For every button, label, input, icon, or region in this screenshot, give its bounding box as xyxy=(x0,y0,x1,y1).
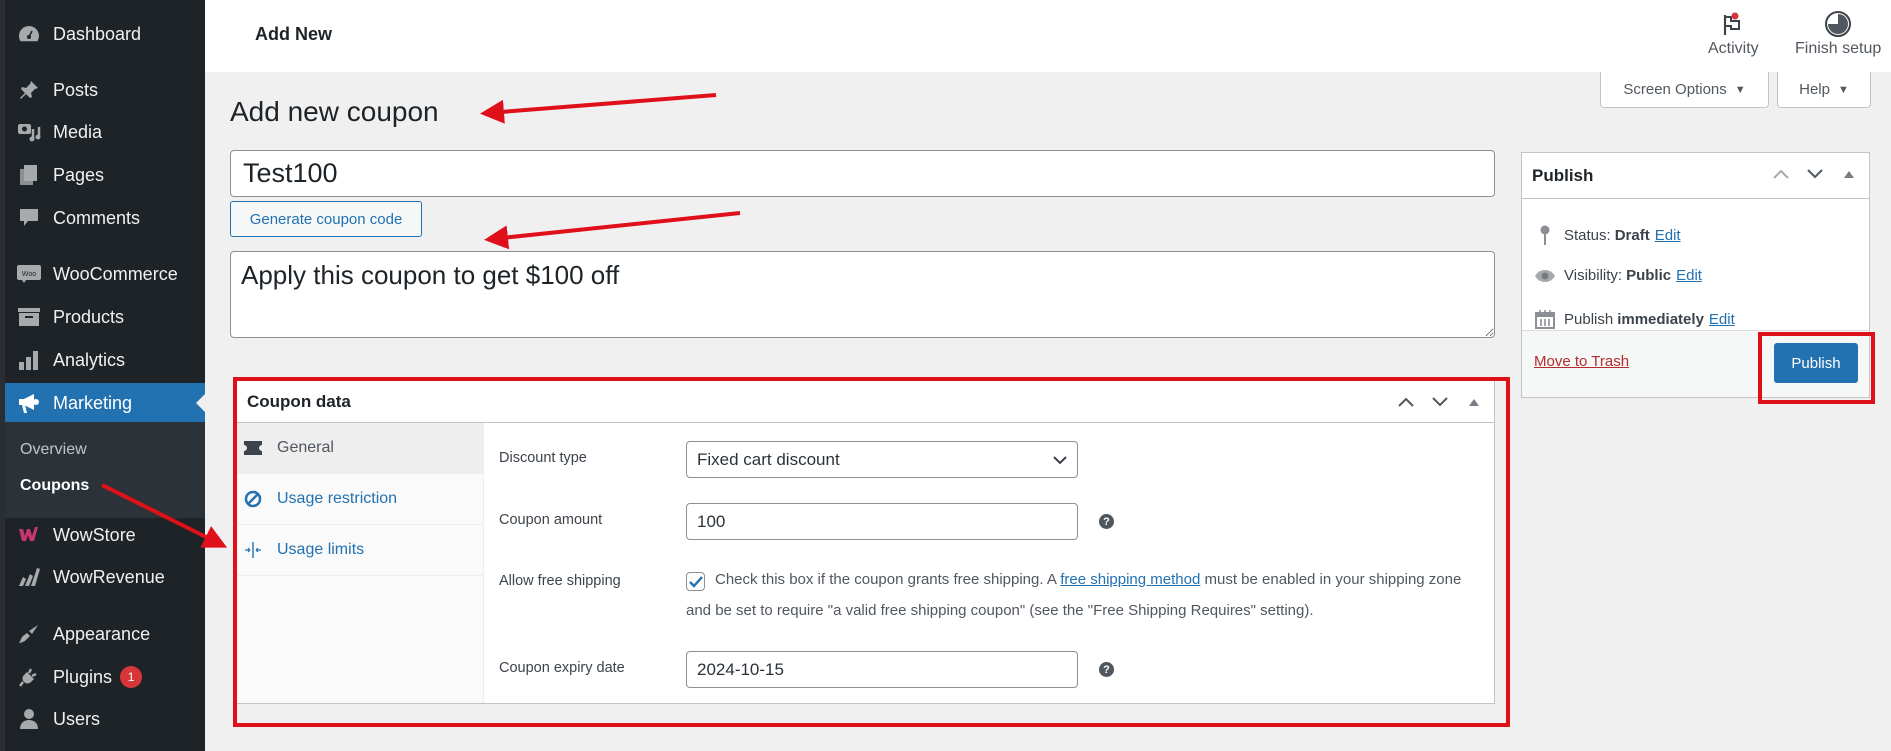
coupon-code-input[interactable] xyxy=(230,150,1495,197)
help-label: Help xyxy=(1799,81,1830,98)
edit-status-link[interactable]: Edit xyxy=(1655,227,1681,244)
help-button[interactable]: Help ▼ xyxy=(1777,72,1871,108)
sidebar-item-appearance[interactable]: Appearance xyxy=(5,614,205,654)
top-header: Add New Activity Finish setup xyxy=(205,0,1891,72)
progress-circle-icon xyxy=(1824,8,1852,40)
visibility-row: Visibility: Public Edit xyxy=(1534,267,1702,284)
sidebar-item-analytics[interactable]: Analytics xyxy=(5,340,205,380)
sidebar-item-label: Pages xyxy=(53,164,105,185)
sidebar-item-label: Dashboard xyxy=(53,23,142,44)
dashboard-icon xyxy=(15,24,43,44)
toggle-panel-icon[interactable] xyxy=(1837,162,1861,186)
wowrevenue-icon xyxy=(15,566,43,588)
move-up-icon[interactable] xyxy=(1769,162,1793,186)
sidebar-item-label: Appearance xyxy=(53,623,151,644)
sidebar-item-label: Comments xyxy=(53,207,141,228)
pages-icon xyxy=(15,164,43,186)
sidebar-item-dashboard[interactable]: Dashboard xyxy=(5,14,205,54)
sidebar-item-posts[interactable]: Posts xyxy=(5,70,205,110)
plug-icon xyxy=(15,666,43,688)
sidebar-item-label: Media xyxy=(53,121,103,142)
sidebar-item-woocommerce[interactable]: Woo WooCommerce xyxy=(5,254,205,294)
status-value: Draft xyxy=(1614,226,1650,244)
sidebar-item-media[interactable]: Media xyxy=(5,112,205,152)
move-to-trash-link[interactable]: Move to Trash xyxy=(1534,353,1629,370)
schedule-label: Publish xyxy=(1564,310,1614,328)
caret-down-icon: ▼ xyxy=(1734,83,1746,96)
status-label: Status: xyxy=(1564,226,1611,244)
media-icon xyxy=(15,121,43,143)
sidebar-item-wowrevenue[interactable]: WowRevenue xyxy=(5,557,205,597)
activity-button[interactable]: Activity xyxy=(1708,8,1759,58)
sidebar-item-products[interactable]: Products xyxy=(5,297,205,337)
flag-icon xyxy=(1721,8,1745,40)
publish-title: Publish xyxy=(1532,165,1594,185)
wowstore-icon xyxy=(15,525,43,545)
svg-text:Woo: Woo xyxy=(22,271,36,278)
plugins-update-badge: 1 xyxy=(120,666,143,688)
annotation-highlight-publish xyxy=(1758,332,1875,404)
page-title: Add new coupon xyxy=(230,96,439,127)
brush-icon xyxy=(15,623,43,645)
pin-icon xyxy=(15,79,43,101)
sidebar-item-label: WowStore xyxy=(53,524,136,545)
visibility-label: Visibility: xyxy=(1564,267,1623,284)
sidebar-item-users[interactable]: Users xyxy=(5,699,205,739)
status-row: Status: Draft Edit xyxy=(1534,225,1681,245)
sidebar-item-plugins[interactable]: Plugins 1 xyxy=(5,657,205,697)
breadcrumb: Add New xyxy=(255,24,333,44)
edit-visibility-link[interactable]: Edit xyxy=(1676,267,1702,284)
publish-header: Publish xyxy=(1522,153,1869,199)
caret-down-icon: ▼ xyxy=(1837,83,1849,96)
pin-icon xyxy=(1534,225,1556,245)
sidebar-item-label: WooCommerce xyxy=(53,263,178,284)
visibility-value: Public xyxy=(1626,267,1672,284)
sidebar-item-marketing[interactable]: Marketing xyxy=(5,383,205,423)
submenu-item-overview[interactable]: Overview xyxy=(20,441,87,459)
marketing-submenu: Overview Coupons xyxy=(5,422,205,518)
annotation-arrow-title xyxy=(480,93,717,124)
generate-coupon-code-button[interactable]: Generate coupon code xyxy=(230,201,422,237)
woo-icon: Woo xyxy=(15,264,43,284)
coupon-description-textarea[interactable]: Apply this coupon to get $100 off xyxy=(230,251,1495,338)
sidebar-item-pages[interactable]: Pages xyxy=(5,155,205,195)
sidebar-item-label: Marketing xyxy=(53,392,133,413)
sidebar-item-label: Analytics xyxy=(53,349,126,370)
calendar-icon xyxy=(1534,309,1556,329)
megaphone-icon xyxy=(15,392,43,414)
sidebar-item-label: WowRevenue xyxy=(53,566,165,587)
eye-icon xyxy=(1534,269,1556,283)
move-down-icon[interactable] xyxy=(1803,162,1827,186)
screen-options-label: Screen Options xyxy=(1623,81,1727,98)
sidebar-item-wowstore[interactable]: WowStore xyxy=(5,515,205,555)
activity-label: Activity xyxy=(1708,40,1759,57)
user-icon xyxy=(15,708,43,730)
comment-icon xyxy=(15,207,43,229)
finish-setup-label: Finish setup xyxy=(1795,40,1882,57)
annotation-highlight-coupon-data xyxy=(233,377,1510,727)
edit-schedule-link[interactable]: Edit xyxy=(1709,311,1735,328)
admin-sidebar: Dashboard Posts Media Pages Comments Woo… xyxy=(0,0,205,751)
sidebar-item-comments[interactable]: Comments xyxy=(5,198,205,238)
sidebar-item-label: Posts xyxy=(53,79,99,100)
sidebar-item-label: Users xyxy=(53,708,101,729)
schedule-row: Publish immediately Edit xyxy=(1534,309,1735,329)
archive-icon xyxy=(15,308,43,326)
submenu-item-coupons[interactable]: Coupons xyxy=(20,477,89,495)
schedule-value: immediately xyxy=(1617,310,1704,328)
sidebar-item-label: Plugins xyxy=(53,666,113,687)
bar-chart-icon xyxy=(15,350,43,370)
sidebar-item-label: Products xyxy=(53,306,125,327)
finish-setup-button[interactable]: Finish setup xyxy=(1795,8,1881,58)
annotation-arrow-description xyxy=(484,211,741,250)
screen-options-button[interactable]: Screen Options ▼ xyxy=(1600,72,1769,108)
